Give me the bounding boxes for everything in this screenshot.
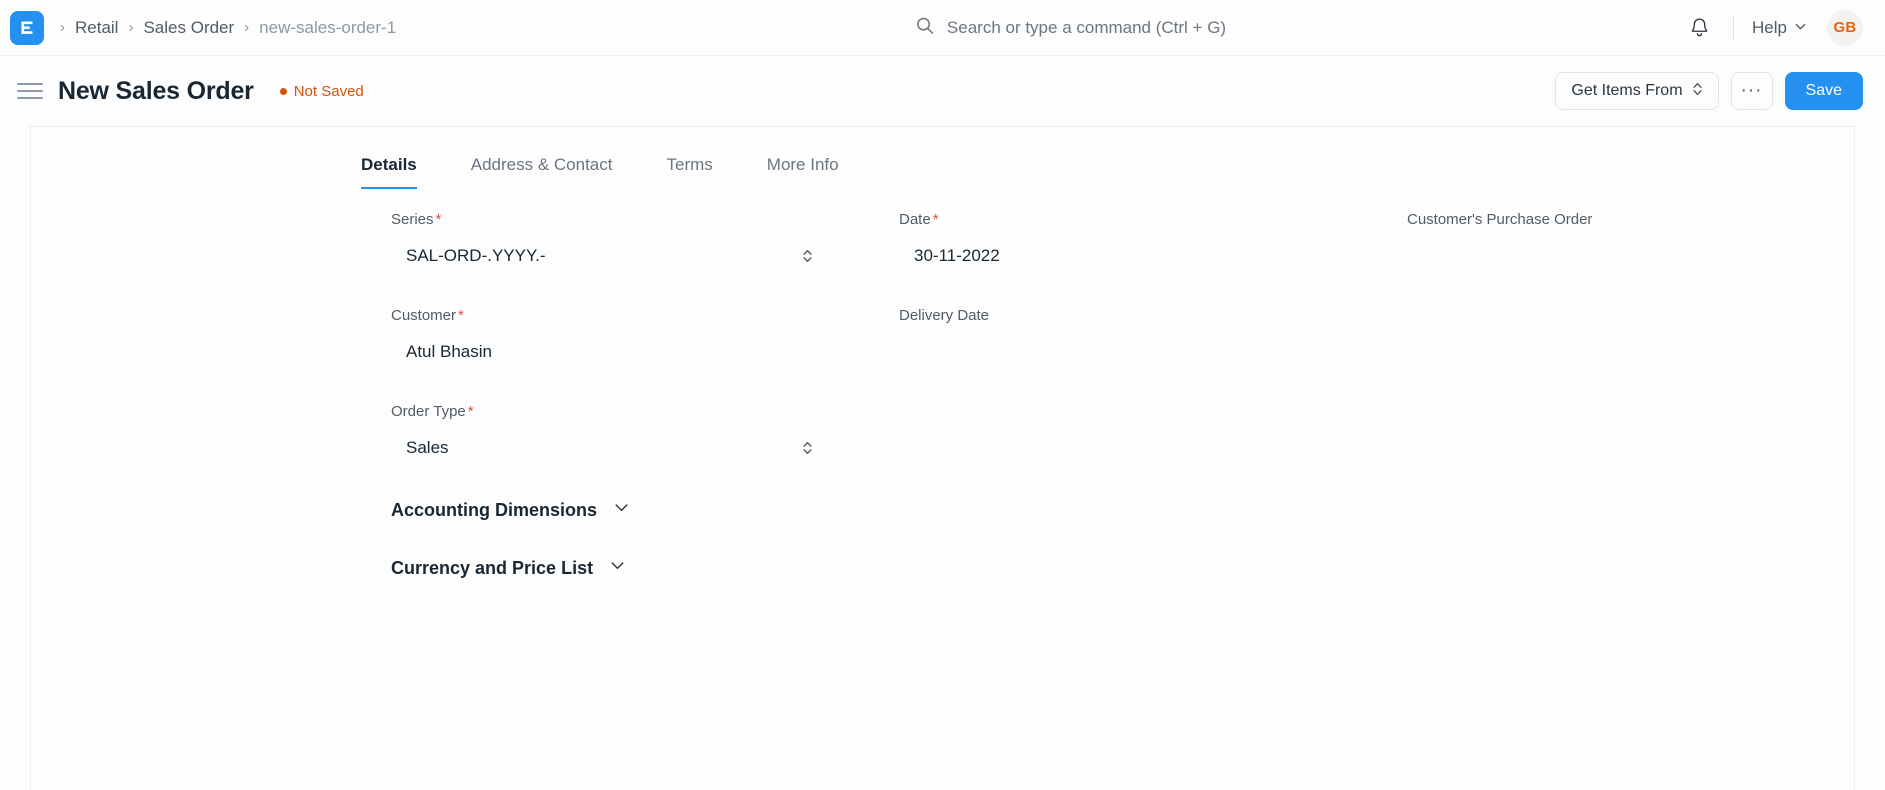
breadcrumb-separator-1: › <box>128 19 134 36</box>
page-title: New Sales Order <box>58 76 254 105</box>
form-column-1: Series * SAL-ORD-.YYYY.- Customer * Atul… <box>391 211 899 499</box>
navbar-divider <box>1733 14 1735 41</box>
field-order-type: Order Type * Sales <box>391 403 899 463</box>
field-customers-purchase-order: Customer's Purchase Order <box>1407 211 1854 271</box>
order-type-value: Sales <box>406 438 449 457</box>
search-icon <box>915 16 934 40</box>
breadcrumb-item-current: new-sales-order-1 <box>259 17 397 37</box>
chevron-up-down-icon <box>1692 81 1703 102</box>
date-value: 30-11-2022 <box>914 246 1000 265</box>
customers-purchase-order-input[interactable] <box>1407 241 1841 271</box>
date-input[interactable]: 30-11-2022 <box>899 241 1333 271</box>
chevron-down-icon <box>613 499 630 521</box>
content-area: Details Address & Contact Terms More Inf… <box>0 126 1885 790</box>
bell-icon[interactable] <box>1679 8 1719 48</box>
tab-more-info[interactable]: More Info <box>767 155 839 189</box>
help-label: Help <box>1752 17 1787 37</box>
avatar-initials: GB <box>1833 19 1857 36</box>
status-badge: Not Saved <box>279 82 364 100</box>
field-customers-purchase-order-label: Customer's Purchase Order <box>1407 211 1593 228</box>
breadcrumb-separator-0: › <box>60 19 65 36</box>
erpnext-logo-icon[interactable] <box>10 10 44 45</box>
get-items-from-button[interactable]: Get Items From <box>1555 72 1719 110</box>
series-value: SAL-ORD-.YYYY.- <box>406 246 546 265</box>
global-search[interactable]: Search or type a command (Ctrl + G) <box>915 16 1226 40</box>
series-select[interactable]: SAL-ORD-.YYYY.- <box>391 241 825 271</box>
field-series: Series * SAL-ORD-.YYYY.- <box>391 211 899 271</box>
save-button[interactable]: Save <box>1784 72 1863 110</box>
form-grid: Series * SAL-ORD-.YYYY.- Customer * Atul… <box>31 189 1854 499</box>
section-accounting-dimensions-title: Accounting Dimensions <box>391 499 598 520</box>
breadcrumb-item-sales-order[interactable]: Sales Order <box>143 18 234 38</box>
page-actions: Get Items From ··· Save <box>1555 72 1863 110</box>
required-asterisk: * <box>458 307 464 324</box>
tab-details[interactable]: Details <box>361 155 417 189</box>
required-asterisk: * <box>932 211 939 228</box>
required-asterisk: * <box>467 403 474 420</box>
tab-terms[interactable]: Terms <box>667 155 713 189</box>
breadcrumb-separator-2: › <box>244 19 250 36</box>
form-column-3: Customer's Purchase Order <box>1407 211 1854 499</box>
field-order-type-label: Order Type * <box>391 403 474 420</box>
chevron-down-icon <box>1794 18 1807 38</box>
field-date: Date * 30-11-2022 <box>899 211 1407 271</box>
status-dot-icon <box>279 87 287 95</box>
field-date-label: Date * <box>899 211 939 228</box>
chevron-up-down-icon <box>802 248 813 264</box>
form-tabs: Details Address & Contact Terms More Inf… <box>31 127 1854 189</box>
get-items-from-label: Get Items From <box>1571 82 1683 99</box>
help-menu[interactable]: Help <box>1752 18 1807 38</box>
field-customer: Customer * Atul Bhasin <box>391 307 899 367</box>
field-delivery-date-label: Delivery Date <box>899 307 990 324</box>
more-options-button[interactable]: ··· <box>1730 72 1773 110</box>
field-delivery-date: Delivery Date <box>899 307 1407 367</box>
customer-input[interactable]: Atul Bhasin <box>391 337 825 367</box>
top-navbar: › Retail › Sales Order › new-sales-order… <box>0 0 1885 56</box>
section-currency-and-price-list-title: Currency and Price List <box>391 557 594 578</box>
search-input-placeholder: Search or type a command (Ctrl + G) <box>946 17 1227 37</box>
chevron-up-down-icon <box>802 440 813 456</box>
tab-address-contact[interactable]: Address & Contact <box>471 155 613 189</box>
breadcrumb: › Retail › Sales Order › new-sales-order… <box>50 18 396 38</box>
section-currency-and-price-list[interactable]: Currency and Price List <box>31 557 1854 579</box>
avatar[interactable]: GB <box>1827 9 1863 46</box>
chevron-down-icon <box>609 557 626 579</box>
form-panel: Details Address & Contact Terms More Inf… <box>30 126 1855 790</box>
breadcrumb-item-retail[interactable]: Retail <box>75 18 118 38</box>
hamburger-menu-icon[interactable] <box>14 75 46 107</box>
required-asterisk: * <box>435 211 442 228</box>
page-header: New Sales Order Not Saved Get Items From… <box>0 56 1885 126</box>
delivery-date-input[interactable] <box>899 337 1333 367</box>
field-series-label: Series * <box>391 211 442 228</box>
form-column-2: Date * 30-11-2022 Delivery Date <box>899 211 1407 499</box>
navbar-right-group: Help GB <box>1679 8 1863 48</box>
customer-value: Atul Bhasin <box>406 342 492 361</box>
field-customer-label: Customer * <box>391 307 464 324</box>
status-label: Not Saved <box>293 82 364 100</box>
order-type-select[interactable]: Sales <box>391 433 825 463</box>
section-accounting-dimensions[interactable]: Accounting Dimensions <box>31 499 1854 521</box>
